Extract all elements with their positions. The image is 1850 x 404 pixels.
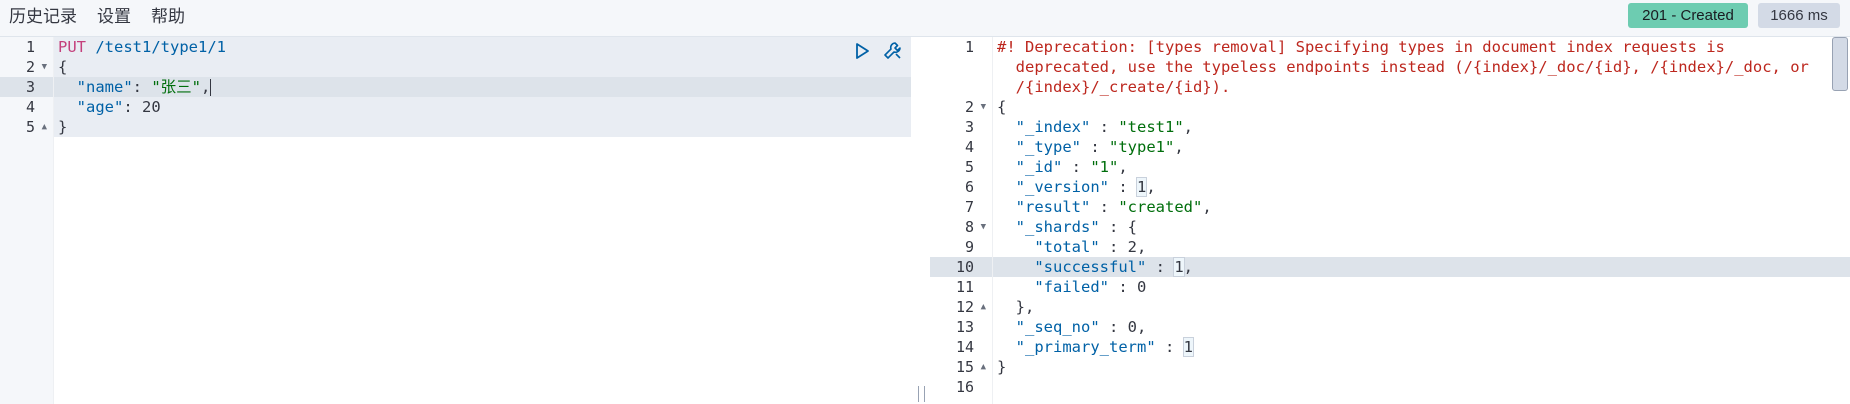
- code-line: "failed" : 0: [1034, 278, 1147, 296]
- fold-open-icon[interactable]: ▼: [981, 217, 986, 237]
- line-number-wrap: [930, 77, 992, 97]
- line-number: 4: [964, 138, 974, 156]
- line-number: 7: [964, 198, 974, 216]
- json-value: "张三": [151, 78, 202, 96]
- line-number: 1: [25, 38, 35, 56]
- code-line: "_shards" : {: [1015, 218, 1137, 236]
- fold-close-icon[interactable]: ▲: [981, 297, 986, 317]
- line-number-wrap: [930, 57, 992, 77]
- code-line: "_type" : "type1",: [1015, 138, 1184, 156]
- code-line: "_index" : "test1",: [1015, 118, 1193, 136]
- time-badge: 1666 ms: [1758, 3, 1840, 28]
- request-gutter: 1 2 ▼ 3 4 5 ▲: [0, 37, 54, 404]
- code-line: PUT /test1/type1/1: [54, 37, 911, 57]
- pane-resizer[interactable]: [918, 386, 925, 402]
- fold-close-icon[interactable]: ▲: [981, 357, 986, 377]
- line-number: 1: [964, 38, 974, 56]
- code-line: {: [54, 57, 911, 77]
- json-value: 20: [142, 98, 161, 116]
- line-number: 6: [964, 178, 974, 196]
- line-number: 12 ▲: [955, 297, 986, 317]
- request-code[interactable]: PUT /test1/type1/1 { "name": "张三", "age"…: [54, 37, 911, 404]
- line-number: 15 ▲: [955, 357, 986, 377]
- json-key: "name": [76, 78, 133, 96]
- code-line: "name": "张三",: [54, 77, 911, 97]
- pane-divider: [911, 37, 930, 404]
- line-number: 5: [964, 158, 974, 176]
- fold-open-icon[interactable]: ▼: [981, 97, 986, 117]
- menu-history[interactable]: 历史记录: [9, 5, 77, 29]
- line-number: 3: [964, 118, 974, 136]
- line-number: 10: [930, 257, 992, 277]
- line-number: 8 ▼: [964, 217, 986, 237]
- menu-help[interactable]: 帮助: [151, 5, 185, 29]
- line-number: 9: [964, 238, 974, 256]
- code-line: }: [997, 358, 1007, 376]
- line-number: 2 ▼: [25, 57, 47, 77]
- line-number: 13: [955, 318, 974, 336]
- top-bar: 历史记录 设置 帮助 201 - Created 1666 ms: [0, 0, 1850, 37]
- http-method: PUT: [58, 38, 86, 56]
- deprecation-warning: #! Deprecation: [types removal] Specifyi…: [997, 38, 1725, 56]
- scrollbar[interactable]: [1832, 37, 1848, 91]
- response-gutter: 1 2 ▼ 3 4 5 6 7 8 ▼ 9 10 11 12 ▲ 13 14 15 ▲ …: [930, 37, 993, 404]
- code-line: },: [1015, 298, 1035, 316]
- code-line: "result" : "created",: [1015, 198, 1212, 216]
- fold-open-icon[interactable]: ▼: [42, 57, 47, 77]
- line-number: 2 ▼: [964, 97, 986, 117]
- wrench-icon[interactable]: [882, 41, 902, 61]
- request-editor[interactable]: 1 2 ▼ 3 4 5 ▲ PUT /test1/type1/1 { "name":…: [0, 37, 911, 404]
- line-number: 14: [955, 338, 974, 356]
- code-line: "_primary_term" : 1: [1015, 337, 1195, 357]
- line-number: 11: [955, 278, 974, 296]
- response-code[interactable]: #! Deprecation: [types removal] Specifyi…: [993, 37, 1850, 404]
- code-line: "age": 20: [54, 97, 911, 117]
- code-line: }: [54, 117, 911, 137]
- line-number: 3: [0, 77, 53, 97]
- json-key: "age": [76, 98, 124, 116]
- code-line: "_id" : "1",: [1015, 158, 1128, 176]
- code-line: "_seq_no" : 0,: [1015, 318, 1147, 336]
- code-line: "total" : 2,: [1034, 238, 1147, 256]
- deprecation-warning: deprecated, use the typeless endpoints i…: [997, 58, 1809, 76]
- text-cursor: [210, 79, 212, 96]
- play-icon[interactable]: [852, 41, 872, 61]
- response-viewer[interactable]: 1 2 ▼ 3 4 5 6 7 8 ▼ 9 10 11 12 ▲ 13 14 15 ▲ …: [930, 37, 1850, 404]
- code-line: "successful" : 1,: [993, 257, 1850, 277]
- line-number: 5 ▲: [25, 117, 47, 137]
- code-line: "_version" : 1,: [1015, 177, 1156, 197]
- fold-close-icon[interactable]: ▲: [42, 117, 47, 137]
- menu: 历史记录 设置 帮助: [9, 5, 185, 29]
- line-number: 16: [955, 378, 974, 396]
- code-line: {: [997, 98, 1007, 116]
- json-sep: :: [132, 78, 152, 96]
- json-comma: ,: [201, 78, 211, 96]
- request-actions: [852, 41, 902, 61]
- line-number: 4: [25, 98, 35, 116]
- status-badge: 201 - Created: [1628, 3, 1748, 28]
- json-sep: :: [123, 98, 143, 116]
- request-url: /test1/type1/1: [86, 38, 226, 56]
- deprecation-warning: /{index}/_create/{id}).: [997, 78, 1231, 96]
- menu-settings[interactable]: 设置: [97, 5, 131, 29]
